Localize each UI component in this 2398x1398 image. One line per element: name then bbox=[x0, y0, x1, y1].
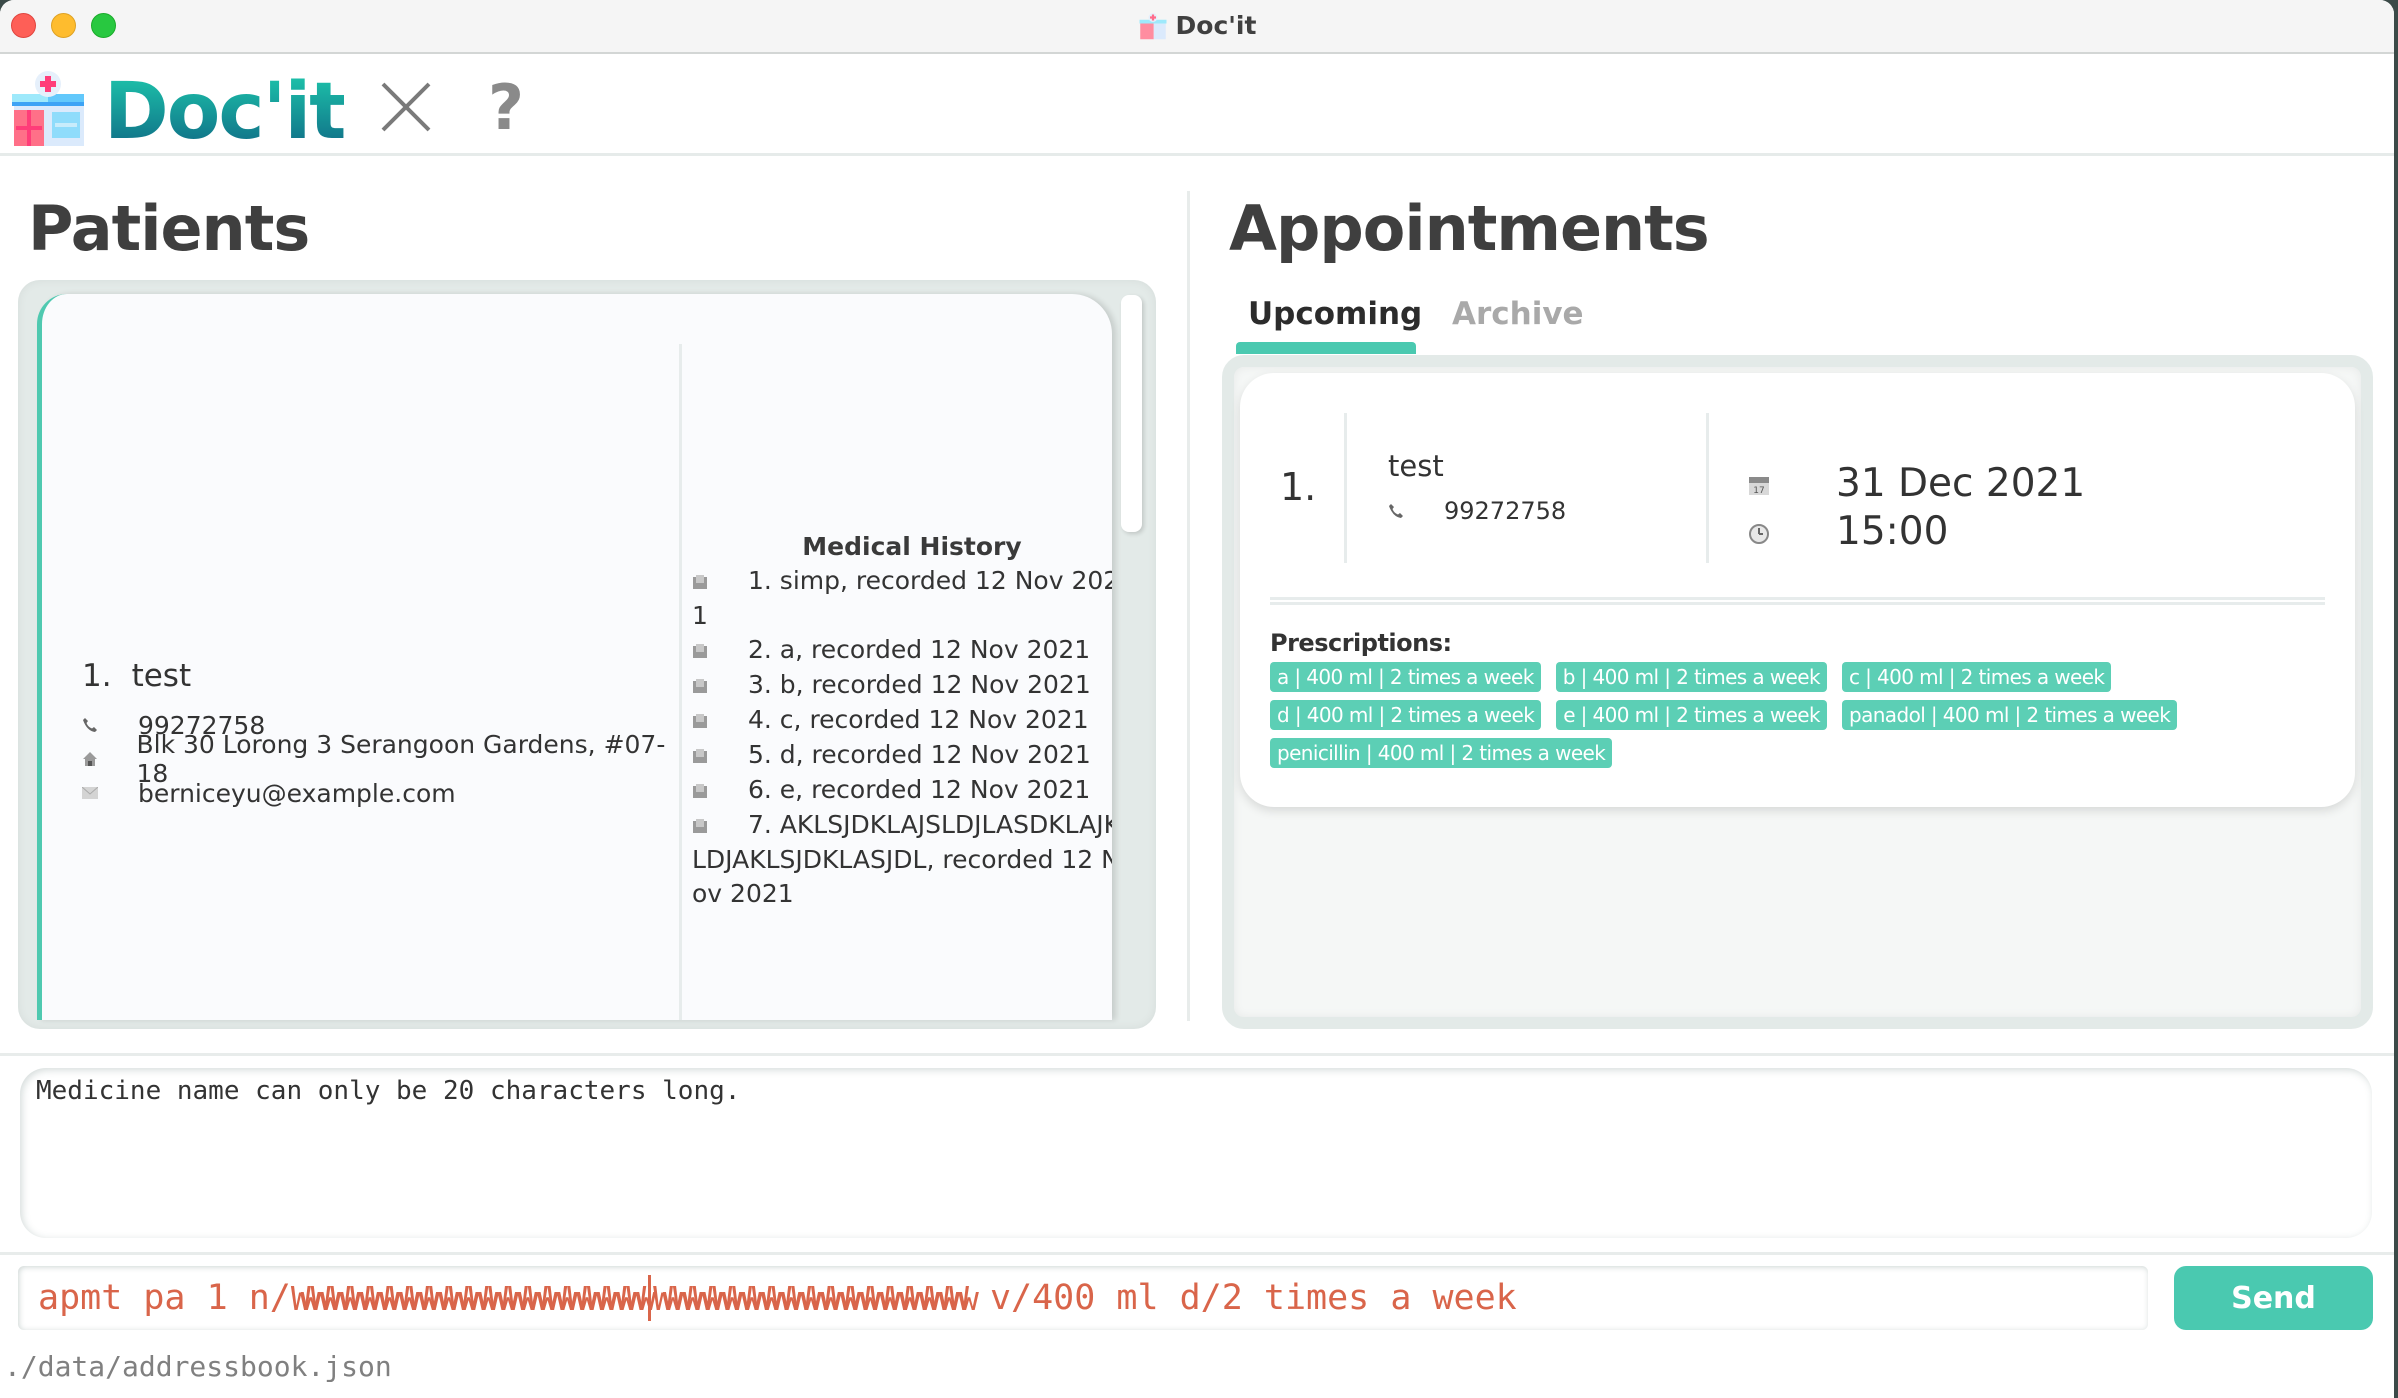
patient-details: 1. test 99272758 Blk 30 Lorong 3 Serango… bbox=[82, 658, 682, 810]
prescriptions-label: Prescriptions: bbox=[1270, 629, 1452, 657]
patient-name: test bbox=[131, 658, 192, 694]
close-x-icon bbox=[381, 82, 431, 132]
email-icon bbox=[82, 787, 138, 799]
appointments-heading: Appointments bbox=[1229, 192, 1710, 265]
patient-email: berniceyu@example.com bbox=[138, 778, 456, 808]
card-separator bbox=[1270, 597, 2325, 605]
title-bar: Doc'it bbox=[0, 0, 2394, 54]
appointment-index: 1. bbox=[1280, 465, 1317, 509]
medical-history-item: 2. a, recorded 12 Nov 2021 bbox=[692, 633, 1112, 668]
record-icon bbox=[692, 565, 748, 599]
prescription-tag: penicillin | 400 ml | 2 times a week bbox=[1270, 738, 1613, 768]
app-window: Doc'it Doc'it ? Patients 1. test 9927275… bbox=[0, 0, 2394, 1398]
record-icon bbox=[692, 739, 748, 773]
section-separator bbox=[0, 1252, 2394, 1255]
tab-archive[interactable]: Archive bbox=[1440, 292, 1596, 354]
patients-heading: Patients bbox=[28, 192, 310, 265]
appointment-time: 15:00 bbox=[1836, 508, 1949, 554]
medical-history-item: 6. e, recorded 12 Nov 2021 bbox=[692, 773, 1112, 808]
patient-card[interactable]: 1. test 99272758 Blk 30 Lorong 3 Serango… bbox=[37, 294, 1112, 1020]
record-icon bbox=[692, 634, 748, 668]
calendar-icon: 17 bbox=[1748, 461, 1836, 506]
command-long-text-after: WwWwWwWwWwWwWwWwWwWwWwWwWwWwWwWw bbox=[653, 1278, 979, 1318]
record-icon bbox=[692, 669, 748, 703]
medical-history-item: 3. b, recorded 12 Nov 2021 bbox=[692, 668, 1112, 703]
patient-address-row: Blk 30 Lorong 3 Serangoon Gardens, #07-1… bbox=[82, 730, 682, 788]
clinic-logo-icon bbox=[12, 71, 84, 146]
medical-history-item: 7. AKLSJDKLAJSLDJLASDKLAJKLDJAKLSJDKLASJ… bbox=[692, 809, 1112, 908]
appointment-datetime: 17 31 Dec 2021 15:00 bbox=[1748, 459, 2085, 555]
brand-logo-text: Doc'it bbox=[104, 62, 346, 162]
appointment-phone: 99272758 bbox=[1444, 497, 1567, 525]
card-divider bbox=[1344, 413, 1347, 563]
record-icon bbox=[692, 704, 748, 738]
exit-button[interactable] bbox=[376, 76, 436, 138]
prescription-tag: d | 400 ml | 2 times a week bbox=[1270, 700, 1542, 730]
command-suffix: v/400 ml d/2 times a week bbox=[968, 1278, 1517, 1318]
appointments-list-panel: 1. test 99272758 17 31 Dec 2021 15:00 Pr… bbox=[1222, 355, 2373, 1029]
medical-history-item: 5. d, recorded 12 Nov 2021 bbox=[692, 738, 1112, 773]
svg-text:17: 17 bbox=[1753, 486, 1764, 496]
window-title: Doc'it bbox=[1175, 10, 1257, 40]
section-separator bbox=[0, 1053, 2394, 1056]
appointment-date: 31 Dec 2021 bbox=[1836, 460, 2086, 506]
card-divider bbox=[1706, 413, 1709, 563]
prescription-tag: panadol | 400 ml | 2 times a week bbox=[1841, 700, 2178, 730]
app-icon bbox=[1139, 13, 1167, 40]
patients-list-panel: 1. test 99272758 Blk 30 Lorong 3 Serango… bbox=[18, 280, 1156, 1029]
prescriptions-list: a | 400 ml | 2 times a week b | 400 ml |… bbox=[1270, 662, 2220, 768]
medical-history-item: 4. c, recorded 12 Nov 2021 bbox=[692, 703, 1112, 738]
command-prefix: apmt pa 1 n/ bbox=[38, 1278, 291, 1318]
panel-divider[interactable] bbox=[1187, 191, 1190, 1021]
prescription-tag: b | 400 ml | 2 times a week bbox=[1555, 662, 1827, 692]
prescription-tag: c | 400 ml | 2 times a week bbox=[1841, 662, 2112, 692]
status-bar-path: ./data/addressbook.json bbox=[4, 1350, 392, 1383]
command-long-text-before: WwWwWwWwWwWwWwWwWwWwWwWwWwWwWwWwWwWw bbox=[290, 1278, 656, 1318]
medical-history: Medical History 1. simp, recorded 12 Nov… bbox=[692, 530, 1112, 911]
send-button[interactable]: Send bbox=[2174, 1266, 2373, 1330]
medical-history-item: 1. simp, recorded 12 Nov 2021 bbox=[692, 565, 1112, 630]
prescription-tag: a | 400 ml | 2 times a week bbox=[1270, 662, 1541, 692]
text-caret bbox=[648, 1275, 652, 1321]
medical-history-title: Medical History bbox=[802, 532, 1022, 561]
toolbar: Doc'it ? bbox=[0, 56, 2394, 157]
phone-icon bbox=[1388, 497, 1444, 525]
patient-index: 1. bbox=[82, 658, 112, 694]
command-input[interactable]: apmt pa 1 n/WwWwWwWwWwWwWwWwWwWwWwWwWwWw… bbox=[18, 1266, 2148, 1330]
help-question-icon: ? bbox=[488, 70, 524, 144]
home-icon bbox=[82, 751, 136, 767]
appointment-patient-name: test bbox=[1388, 449, 1444, 483]
phone-icon bbox=[82, 717, 138, 733]
help-button[interactable]: ? bbox=[476, 71, 536, 144]
record-icon bbox=[692, 809, 748, 843]
appointment-card[interactable]: 1. test 99272758 17 31 Dec 2021 15:00 Pr… bbox=[1240, 373, 2355, 807]
result-message: Medicine name can only be 20 characters … bbox=[36, 1076, 741, 1106]
result-display[interactable]: Medicine name can only be 20 characters … bbox=[20, 1068, 2372, 1238]
appointment-phone-row: 99272758 bbox=[1388, 497, 1566, 525]
prescription-tag: e | 400 ml | 2 times a week bbox=[1556, 700, 1827, 730]
record-icon bbox=[692, 774, 748, 808]
tab-upcoming[interactable]: Upcoming bbox=[1236, 292, 1422, 354]
alarm-clock-icon bbox=[1748, 509, 1836, 554]
patients-scrollbar[interactable] bbox=[1121, 295, 1142, 532]
appointment-tabs: Upcoming Archive bbox=[1236, 292, 1596, 354]
